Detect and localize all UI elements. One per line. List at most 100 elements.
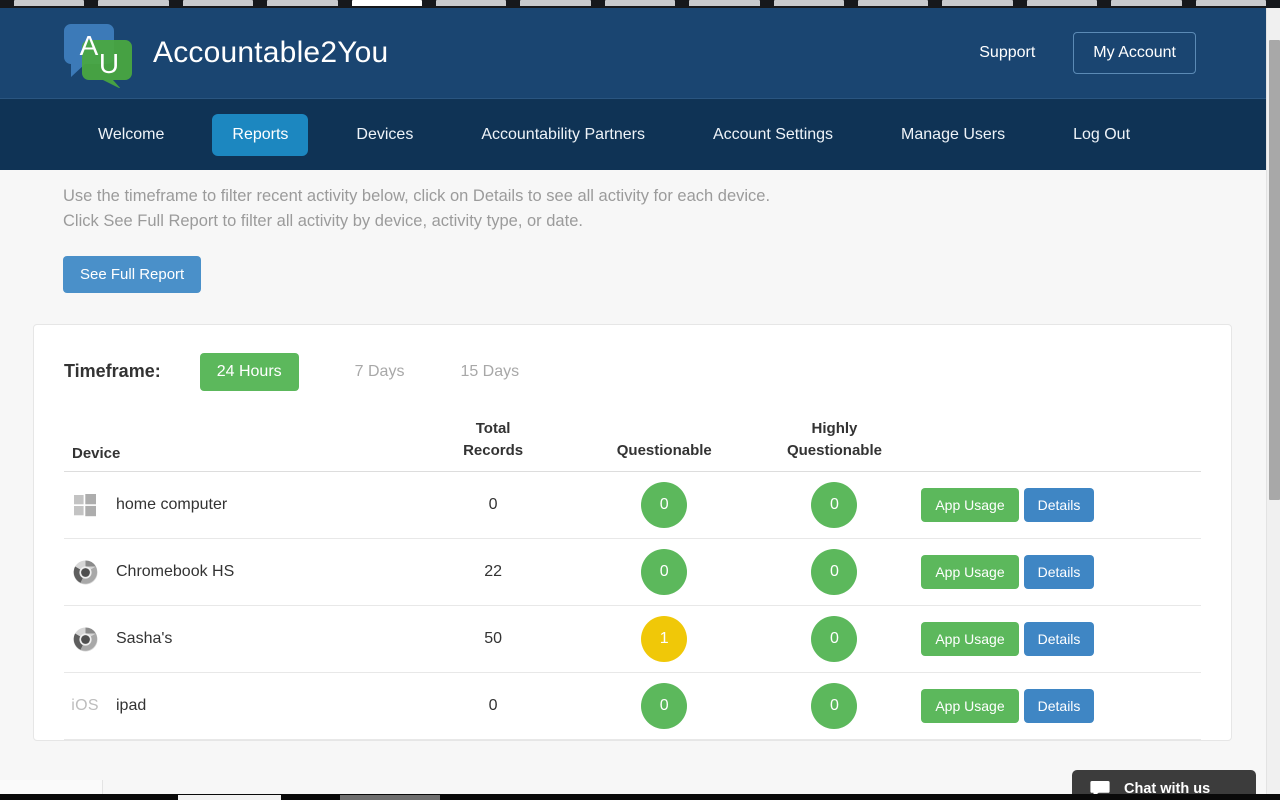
page-left-gutter bbox=[0, 780, 103, 794]
device-name: Sasha's bbox=[116, 630, 173, 647]
ios-icon: iOS bbox=[71, 697, 99, 714]
app-usage-button[interactable]: App Usage bbox=[921, 622, 1019, 656]
table-header-row: Device Total Records Questionable Highly… bbox=[64, 418, 1201, 472]
timeframe-selector: Timeframe: 24 Hours 7 Days 15 Days bbox=[64, 325, 1201, 418]
device-name: ipad bbox=[116, 697, 147, 714]
table-body: home computer 0 0 0 App Usage Details Chromebo… bbox=[64, 471, 1201, 740]
intro-line-2: Click See Full Report to filter all acti… bbox=[63, 212, 583, 230]
browser-tab[interactable] bbox=[436, 0, 507, 6]
nav-item-log-out[interactable]: Log Out bbox=[1053, 114, 1150, 156]
questionable-badge[interactable]: 0 bbox=[641, 549, 688, 595]
column-header-total-records: Total Records bbox=[407, 418, 579, 472]
main-navigation: Welcome Reports Devices Accountability Part… bbox=[0, 98, 1266, 170]
report-card: Timeframe: 24 Hours 7 Days 15 Days Devic… bbox=[33, 324, 1232, 741]
intro-line-1: Use the timeframe to filter recent activ… bbox=[63, 187, 771, 205]
device-cell-inner: Chromebook HS bbox=[72, 559, 407, 585]
speech-bubble-logo-icon: A U bbox=[63, 18, 137, 88]
timeframe-option-24-hours[interactable]: 24 Hours bbox=[199, 352, 299, 391]
highly-questionable-badge[interactable]: 0 bbox=[811, 683, 858, 729]
nav-item-reports[interactable]: Reports bbox=[212, 113, 309, 156]
cell-highly-questionable: 0 bbox=[749, 538, 920, 606]
table-row: home computer 0 0 0 App Usage Details bbox=[64, 471, 1201, 539]
browser-tab[interactable] bbox=[1195, 0, 1267, 6]
column-header-questionable: Questionable bbox=[578, 418, 750, 472]
browser-screen: A U Accountable2You Support My Account W… bbox=[0, 0, 1280, 800]
app-usage-button[interactable]: App Usage bbox=[921, 488, 1019, 522]
column-header-actions bbox=[919, 418, 1201, 472]
questionable-badge[interactable]: 0 bbox=[641, 482, 688, 528]
details-button[interactable]: Details bbox=[1023, 622, 1095, 656]
nav-item-manage-users[interactable]: Manage Users bbox=[881, 114, 1025, 156]
cell-total-records: 0 bbox=[407, 471, 579, 539]
device-report-table: Device Total Records Questionable Highly… bbox=[64, 418, 1201, 740]
cell-actions: App Usage Details bbox=[919, 672, 1201, 740]
cell-questionable: 0 bbox=[578, 538, 750, 606]
os-taskbar bbox=[0, 794, 1280, 800]
header-actions: Support My Account bbox=[979, 32, 1196, 74]
chrome-icon bbox=[72, 626, 98, 652]
nav-item-account-settings[interactable]: Account Settings bbox=[693, 114, 853, 156]
browser-tab-strip bbox=[0, 0, 1280, 8]
details-button[interactable]: Details bbox=[1023, 555, 1095, 589]
nav-item-welcome[interactable]: Welcome bbox=[78, 114, 184, 156]
nav-item-accountability-partners[interactable]: Accountability Partners bbox=[461, 114, 665, 156]
column-header-total-line2: Records bbox=[463, 442, 524, 459]
highly-questionable-badge[interactable]: 0 bbox=[811, 616, 858, 662]
column-header-total-line1: Total bbox=[475, 420, 511, 437]
windows-icon bbox=[72, 492, 98, 518]
brand[interactable]: A U Accountable2You bbox=[63, 18, 388, 88]
taskbar-item-active[interactable] bbox=[178, 795, 281, 800]
browser-tab[interactable] bbox=[858, 0, 929, 6]
timeframe-option-7-days[interactable]: 7 Days bbox=[355, 363, 405, 381]
support-link[interactable]: Support bbox=[979, 44, 1035, 62]
browser-tab[interactable] bbox=[520, 0, 591, 6]
column-header-highly-line2: Questionable bbox=[786, 442, 882, 459]
device-cell-inner: iOS ipad bbox=[71, 693, 407, 719]
scrollbar-thumb[interactable] bbox=[1269, 40, 1280, 500]
browser-tab[interactable] bbox=[182, 0, 254, 6]
browser-tab[interactable] bbox=[1026, 0, 1098, 6]
page-scrollbar[interactable] bbox=[1266, 8, 1280, 800]
table-row: Chromebook HS 22 0 0 App Usage Details bbox=[64, 538, 1201, 606]
device-name: home computer bbox=[116, 496, 228, 513]
questionable-badge[interactable]: 0 bbox=[641, 683, 688, 729]
taskbar-item[interactable] bbox=[340, 795, 440, 800]
intro-block: Use the timeframe to filter recent activ… bbox=[0, 170, 1266, 293]
details-button[interactable]: Details bbox=[1023, 488, 1095, 522]
details-button[interactable]: Details bbox=[1023, 689, 1095, 723]
browser-tab[interactable] bbox=[351, 0, 423, 6]
cell-actions: App Usage Details bbox=[919, 538, 1201, 606]
browser-tab[interactable] bbox=[14, 0, 85, 6]
column-header-highly-questionable: Highly Questionable bbox=[749, 418, 920, 472]
browser-tab[interactable] bbox=[773, 0, 845, 6]
browser-tab[interactable] bbox=[689, 0, 760, 6]
device-cell-inner: Sasha's bbox=[72, 626, 407, 652]
questionable-badge[interactable]: 1 bbox=[641, 616, 688, 662]
page-content: Use the timeframe to filter recent activ… bbox=[0, 170, 1266, 800]
nav-item-devices[interactable]: Devices bbox=[336, 114, 433, 156]
highly-questionable-badge[interactable]: 0 bbox=[811, 549, 858, 595]
svg-text:U: U bbox=[99, 48, 119, 79]
see-full-report-button[interactable]: See Full Report bbox=[63, 256, 202, 293]
cell-questionable: 0 bbox=[578, 672, 750, 740]
cell-actions: App Usage Details bbox=[919, 605, 1201, 673]
timeframe-option-15-days[interactable]: 15 Days bbox=[460, 363, 519, 381]
app-usage-button[interactable]: App Usage bbox=[921, 555, 1019, 589]
my-account-button[interactable]: My Account bbox=[1073, 32, 1196, 74]
browser-tab[interactable] bbox=[267, 0, 338, 6]
highly-questionable-badge[interactable]: 0 bbox=[811, 482, 858, 528]
cell-actions: App Usage Details bbox=[919, 471, 1201, 539]
browser-tab[interactable] bbox=[98, 0, 169, 6]
column-header-questionable-label: Questionable bbox=[616, 442, 712, 459]
app-usage-button[interactable]: App Usage bbox=[921, 689, 1019, 723]
table-row: iOS ipad 0 0 0 App Usage Details bbox=[64, 672, 1201, 740]
cell-questionable: 0 bbox=[578, 471, 750, 539]
browser-tab[interactable] bbox=[942, 0, 1013, 6]
browser-tab[interactable] bbox=[1111, 0, 1182, 6]
cell-highly-questionable: 0 bbox=[749, 605, 920, 673]
chrome-icon bbox=[72, 559, 98, 585]
table-row: Sasha's 50 1 0 App Usage Details bbox=[64, 605, 1201, 673]
cell-highly-questionable: 0 bbox=[749, 471, 920, 539]
cell-device: Chromebook HS bbox=[64, 538, 408, 606]
browser-tab[interactable] bbox=[604, 0, 676, 6]
